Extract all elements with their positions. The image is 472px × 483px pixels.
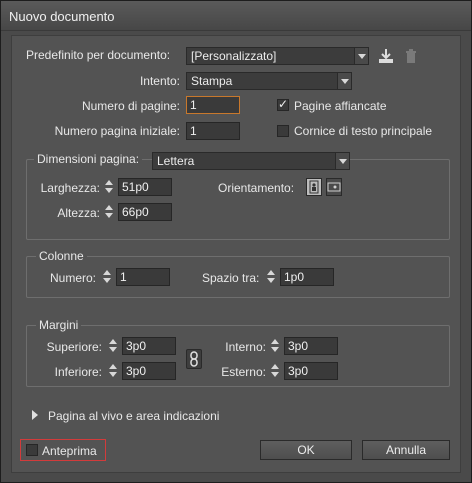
width-spinner[interactable] bbox=[104, 178, 114, 196]
bottom-margin-spinner[interactable] bbox=[108, 362, 118, 380]
top-margin-label: Superiore: bbox=[46, 340, 102, 354]
portrait-icon[interactable] bbox=[306, 178, 322, 196]
new-document-dialog: Nuovo documento Predefinito per document… bbox=[0, 0, 472, 483]
chevron-down-icon bbox=[335, 153, 349, 169]
columns-number-input[interactable]: 1 bbox=[116, 268, 170, 286]
save-preset-icon[interactable] bbox=[376, 46, 396, 66]
width-input[interactable]: 51p0 bbox=[118, 178, 172, 196]
pages-input[interactable]: 1 bbox=[186, 96, 240, 114]
landscape-icon[interactable] bbox=[326, 178, 342, 196]
ok-button[interactable]: OK bbox=[260, 440, 352, 460]
outside-margin-label: Esterno: bbox=[221, 365, 266, 379]
outside-margin-input[interactable]: 3p0 bbox=[284, 362, 338, 380]
preset-label: Predefinito per documento: bbox=[26, 48, 171, 62]
cancel-button[interactable]: Annulla bbox=[362, 440, 450, 460]
page-size-group bbox=[26, 159, 450, 240]
preset-value: [Personalizzato] bbox=[191, 49, 277, 63]
title-bar: Nuovo documento bbox=[1, 1, 471, 31]
gutter-spinner[interactable] bbox=[266, 268, 276, 286]
gutter-label: Spazio tra: bbox=[202, 271, 260, 285]
chain-link-icon[interactable] bbox=[186, 349, 202, 369]
height-input[interactable]: 66p0 bbox=[118, 203, 172, 221]
intent-label: Intento: bbox=[139, 74, 180, 88]
dialog-title: Nuovo documento bbox=[9, 9, 115, 24]
bottom-margin-label: Inferiore: bbox=[54, 365, 102, 379]
disclosure-triangle-icon[interactable] bbox=[32, 410, 38, 420]
orientation-label: Orientamento: bbox=[218, 181, 295, 195]
top-margin-input[interactable]: 3p0 bbox=[122, 337, 176, 355]
page-size-value: Lettera bbox=[157, 154, 195, 168]
preset-dropdown[interactable]: [Personalizzato] bbox=[186, 47, 369, 65]
preview-label: Anteprima bbox=[42, 444, 97, 458]
columns-number-spinner[interactable] bbox=[102, 268, 112, 286]
bottom-margin-input[interactable]: 3p0 bbox=[122, 362, 176, 380]
height-spinner[interactable] bbox=[104, 203, 114, 221]
page-size-label: Dimensioni pagina: bbox=[34, 152, 143, 166]
chevron-down-icon bbox=[337, 73, 351, 89]
columns-legend: Colonne bbox=[36, 249, 87, 263]
columns-number-label: Numero: bbox=[49, 271, 96, 285]
primary-text-frame-checkbox[interactable] bbox=[277, 125, 289, 137]
start-page-input[interactable]: 1 bbox=[186, 122, 240, 140]
page-size-dropdown[interactable]: Lettera bbox=[152, 152, 350, 170]
primary-text-frame-label: Cornice di testo principale bbox=[294, 124, 433, 138]
preview-checkbox[interactable] bbox=[26, 444, 38, 456]
width-label: Larghezza: bbox=[40, 181, 100, 195]
start-page-label: Numero pagina iniziale: bbox=[54, 124, 180, 138]
bleed-slug-label[interactable]: Pagina al vivo e area indicazioni bbox=[48, 409, 219, 423]
facing-pages-checkbox[interactable] bbox=[277, 97, 289, 111]
gutter-input[interactable]: 1p0 bbox=[280, 268, 334, 286]
inside-margin-spinner[interactable] bbox=[270, 337, 280, 355]
trash-icon[interactable] bbox=[401, 46, 421, 66]
intent-value: Stampa bbox=[191, 74, 233, 88]
intent-dropdown[interactable]: Stampa bbox=[186, 72, 352, 90]
dialog-content: Predefinito per documento: [Personalizza… bbox=[11, 35, 461, 473]
chevron-down-icon bbox=[354, 48, 368, 64]
inside-margin-label: Interno: bbox=[225, 340, 266, 354]
margins-legend: Margini bbox=[36, 318, 82, 332]
pages-label: Numero di pagine: bbox=[81, 99, 180, 113]
facing-pages-label: Pagine affiancate bbox=[294, 99, 387, 113]
top-margin-spinner[interactable] bbox=[108, 337, 118, 355]
inside-margin-input[interactable]: 3p0 bbox=[284, 337, 338, 355]
outside-margin-spinner[interactable] bbox=[270, 362, 280, 380]
height-label: Altezza: bbox=[57, 206, 100, 220]
